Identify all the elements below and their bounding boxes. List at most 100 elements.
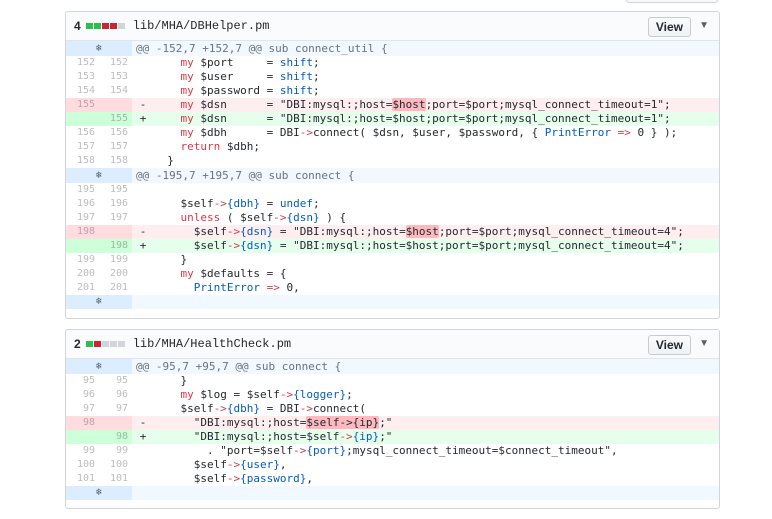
view-file-button[interactable]: View [647, 335, 691, 355]
old-line-number[interactable]: 156 [66, 126, 99, 140]
previous-file-footer [626, 0, 718, 3]
new-line-number[interactable]: 158 [99, 154, 132, 168]
old-line-number[interactable]: 197 [66, 211, 99, 225]
diff-file: 2 lib/MHA/HealthCheck.pm View ▼ ❄ @@ -95,… [65, 329, 720, 509]
old-line-number[interactable]: 199 [66, 253, 99, 267]
diff-sign [132, 281, 154, 295]
code-line: my $defaults = { [180, 267, 287, 280]
old-line-number[interactable]: 157 [66, 140, 99, 154]
chevron-down-icon[interactable]: ▼ [699, 338, 709, 349]
diffstat-square [101, 23, 109, 29]
old-line-number[interactable]: 97 [66, 402, 99, 416]
old-line-number[interactable] [66, 239, 99, 253]
new-line-number[interactable]: 157 [99, 140, 132, 154]
code-line: my $dsn = "DBI:mysql:;host=$host;port=$p… [180, 112, 671, 125]
file-header: 4 lib/MHA/DBHelper.pm View ▼ [66, 12, 719, 41]
chevron-down-icon[interactable]: ▼ [699, 20, 709, 31]
old-line-number[interactable]: 99 [66, 444, 99, 458]
new-line-number[interactable]: 197 [99, 211, 132, 225]
new-line-number[interactable]: 154 [99, 84, 132, 98]
expand-icon[interactable]: ❄ [66, 41, 132, 56]
diff-sign [132, 472, 154, 486]
diff-sign [132, 197, 154, 211]
diff-sign [132, 126, 154, 140]
old-line-number[interactable]: 96 [66, 388, 99, 402]
file-path[interactable]: lib/MHA/DBHelper.pm [133, 19, 270, 33]
new-line-number[interactable]: 198 [99, 239, 132, 253]
new-line-number[interactable]: 97 [99, 402, 132, 416]
context-line: 153 153 my $user = shift; [66, 70, 719, 84]
context-line: 197 197 unless ( $self->{dsn} ) { [66, 211, 719, 225]
old-line-number[interactable]: 158 [66, 154, 99, 168]
new-line-number[interactable] [99, 416, 132, 430]
new-line-number[interactable]: 195 [99, 183, 132, 197]
code-line: "DBI:mysql:;host=$self->{ip};" [154, 430, 393, 443]
diffstat-square [85, 23, 93, 29]
diffstat-square [101, 341, 109, 347]
old-line-number[interactable]: 95 [66, 374, 99, 388]
context-line: 196 196 $self->{dbh} = undef; [66, 197, 719, 211]
diffstat-bar [85, 23, 125, 29]
context-line: 99 99 . "port=$self->{port};mysql_connect… [66, 444, 719, 458]
diff-sign: + [139, 430, 147, 443]
view-file-button[interactable]: View [647, 17, 691, 37]
expand-icon[interactable]: ❄ [66, 359, 132, 374]
context-line: 96 96 my $log = $self->{logger}; [66, 388, 719, 402]
diffstat-count: 2 [74, 337, 81, 351]
old-line-number[interactable]: 154 [66, 84, 99, 98]
old-line-number[interactable]: 195 [66, 183, 99, 197]
new-line-number[interactable] [99, 98, 132, 112]
old-line-number[interactable]: 100 [66, 458, 99, 472]
file-path[interactable]: lib/MHA/HealthCheck.pm [133, 337, 291, 351]
diffstat-square [85, 341, 93, 347]
context-line: 199 199 } [66, 253, 719, 267]
new-line-number[interactable]: 153 [99, 70, 132, 84]
context-line: 95 95 } [66, 374, 719, 388]
old-line-number[interactable]: 98 [66, 416, 99, 430]
diff-table: ❄ @@ -152,7 +152,7 @@ sub connect_util {1… [66, 41, 719, 309]
deleted-line: 98 - "DBI:mysql:;host=$self->{ip};" [66, 416, 719, 430]
new-line-number[interactable]: 98 [99, 430, 132, 444]
old-line-number[interactable]: 198 [66, 225, 99, 239]
diffstat-square [109, 341, 117, 347]
code-line: $self->{dbh} = DBI->connect( [154, 402, 366, 415]
old-line-number[interactable]: 196 [66, 197, 99, 211]
hunk-header-text: @@ -195,7 +195,7 @@ sub connect { [136, 169, 355, 182]
expand-icon[interactable]: ❄ [66, 168, 132, 183]
old-line-number[interactable] [66, 430, 99, 444]
diff-sign [132, 211, 154, 225]
expand-icon[interactable]: ❄ [66, 295, 132, 309]
new-line-number[interactable]: 96 [99, 388, 132, 402]
context-line: 200 200 my $defaults = { [66, 267, 719, 281]
old-line-number[interactable]: 155 [66, 98, 99, 112]
old-line-number[interactable]: 152 [66, 56, 99, 70]
diff-file: 4 lib/MHA/DBHelper.pm View ▼ ❄ @@ -152,7 … [65, 11, 720, 319]
new-line-number[interactable]: 200 [99, 267, 132, 281]
old-line-number[interactable]: 101 [66, 472, 99, 486]
code-line: $self->{dsn} = "DBI:mysql:;host=$host;po… [154, 239, 684, 252]
new-line-number[interactable]: 95 [99, 374, 132, 388]
new-line-number[interactable]: 199 [99, 253, 132, 267]
new-line-number[interactable]: 196 [99, 197, 132, 211]
code-line: $self->{dbh} = undef; [154, 197, 320, 210]
diff-sign [132, 402, 154, 416]
new-line-number[interactable]: 99 [99, 444, 132, 458]
new-line-number[interactable]: 156 [99, 126, 132, 140]
diffstat-square [117, 341, 125, 347]
expand-row: ❄ [66, 486, 719, 500]
new-line-number[interactable]: 155 [99, 112, 132, 126]
new-line-number[interactable]: 100 [99, 458, 132, 472]
old-line-number[interactable]: 200 [66, 267, 99, 281]
added-line: 198 + $self->{dsn} = "DBI:mysql:;host=$ho… [66, 239, 719, 253]
old-line-number[interactable]: 153 [66, 70, 99, 84]
new-line-number[interactable]: 201 [99, 281, 132, 295]
new-line-number[interactable]: 152 [99, 56, 132, 70]
code-line: my $log = $self->{logger}; [180, 388, 353, 401]
new-line-number[interactable]: 101 [99, 472, 132, 486]
old-line-number[interactable]: 201 [66, 281, 99, 295]
diff-sign [132, 140, 154, 154]
old-line-number[interactable] [66, 112, 99, 126]
diff-sign [132, 56, 154, 70]
expand-icon[interactable]: ❄ [66, 486, 132, 500]
new-line-number[interactable] [99, 225, 132, 239]
